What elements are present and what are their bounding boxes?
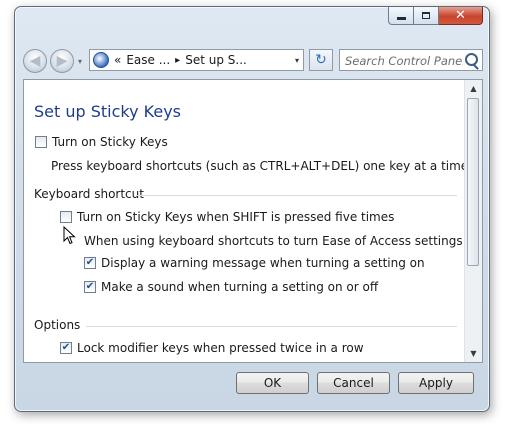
back-button[interactable]: ◀ — [23, 49, 47, 73]
turn-on-sticky-keys-box[interactable] — [35, 136, 47, 148]
shift-five-times-box[interactable] — [60, 211, 72, 223]
search-box[interactable] — [339, 49, 483, 71]
recent-pages-dropdown[interactable]: ▾ — [78, 57, 82, 66]
mouse-pointer-icon — [63, 226, 76, 245]
scroll-down-icon[interactable]: ▼ — [465, 345, 482, 362]
shift-five-times-checkbox[interactable]: Turn on Sticky Keys when SHIFT is presse… — [60, 210, 394, 224]
minimize-button[interactable] — [388, 7, 414, 25]
breadcrumb-ease-of-access[interactable]: Ease ... — [126, 53, 170, 67]
breadcrumb-set-up-sticky-keys[interactable]: Set up S... — [185, 53, 247, 67]
vertical-scrollbar[interactable]: ▲ ▼ — [464, 80, 482, 362]
scrollbar-thumb[interactable] — [467, 98, 479, 266]
refresh-icon: ↻ — [315, 52, 327, 68]
lock-modifier-checkbox[interactable]: Lock modifier keys when pressed twice in… — [60, 341, 364, 355]
caption-buttons: ✕ — [388, 7, 483, 25]
shortcut-settings-subheading: When using keyboard shortcuts to turn Ea… — [84, 234, 483, 248]
search-input[interactable] — [345, 52, 463, 70]
minimize-icon — [396, 17, 406, 20]
lock-modifier-label: Lock modifier keys when pressed twice in… — [77, 341, 364, 355]
options-divider — [86, 326, 457, 327]
keyboard-shortcut-divider — [136, 195, 457, 196]
address-bar[interactable]: « Ease ... ▸ Set up S... ▾ — [89, 49, 304, 71]
close-button[interactable]: ✕ — [439, 7, 483, 25]
maximize-button[interactable] — [414, 7, 439, 25]
apply-button[interactable]: Apply — [398, 372, 474, 394]
content-pane: Set up Sticky Keys Turn on Sticky Keys P… — [23, 79, 483, 363]
navigation-bar: ◀ ▶ ▾ « Ease ... ▸ Set up S... ▾ ↻ — [23, 47, 483, 75]
turn-on-sticky-keys-checkbox[interactable]: Turn on Sticky Keys — [35, 135, 168, 149]
control-panel-window: ✕ ◀ ▶ ▾ « Ease ... ▸ Set up S... ▾ ↻ Set… — [14, 6, 490, 412]
turn-on-description: Press keyboard shortcuts (such as CTRL+A… — [51, 159, 473, 173]
back-arrow-icon: ◀ — [29, 53, 41, 69]
keyboard-shortcut-heading: Keyboard shortcut — [34, 187, 144, 201]
maximize-icon — [422, 12, 430, 19]
make-sound-box[interactable] — [84, 281, 96, 293]
forward-button[interactable]: ▶ — [50, 49, 74, 73]
breadcrumb-separator-icon[interactable]: ▸ — [175, 55, 180, 66]
cancel-button[interactable]: Cancel — [317, 372, 390, 394]
close-icon: ✕ — [455, 8, 466, 23]
breadcrumb-overflow[interactable]: « — [114, 53, 121, 67]
ok-button[interactable]: OK — [236, 372, 309, 394]
options-heading: Options — [34, 318, 81, 332]
shift-five-times-label: Turn on Sticky Keys when SHIFT is presse… — [77, 210, 395, 224]
display-warning-label: Display a warning message when turning a… — [101, 256, 425, 270]
display-warning-checkbox[interactable]: Display a warning message when turning a… — [84, 256, 425, 270]
make-sound-label: Make a sound when turning a setting on o… — [101, 280, 379, 294]
search-icon[interactable] — [465, 53, 478, 66]
page-title: Set up Sticky Keys — [34, 102, 182, 121]
lock-modifier-box[interactable] — [60, 342, 72, 354]
refresh-button[interactable]: ↻ — [309, 49, 333, 71]
control-panel-icon — [93, 52, 109, 68]
turn-on-sticky-keys-label: Turn on Sticky Keys — [52, 135, 168, 149]
forward-arrow-icon: ▶ — [56, 53, 68, 69]
scroll-up-icon[interactable]: ▲ — [465, 80, 482, 97]
address-dropdown-icon[interactable]: ▾ — [295, 56, 299, 65]
make-sound-checkbox[interactable]: Make a sound when turning a setting on o… — [84, 280, 378, 294]
display-warning-box[interactable] — [84, 257, 96, 269]
